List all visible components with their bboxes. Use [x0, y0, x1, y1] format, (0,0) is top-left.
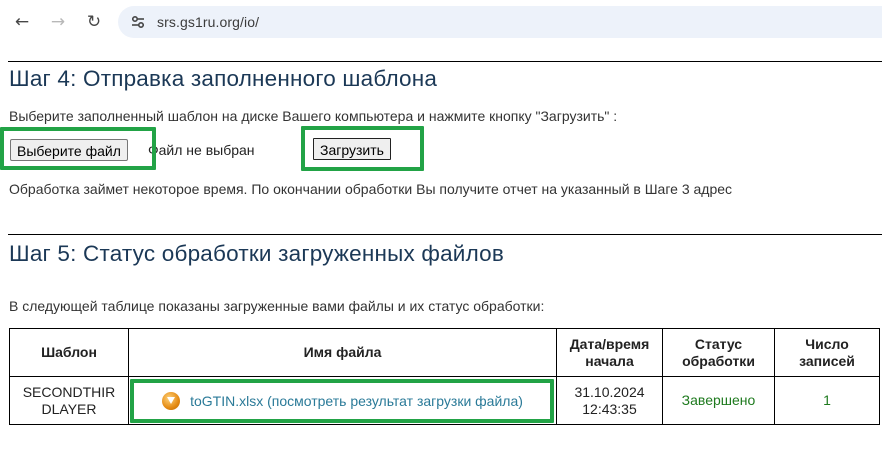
browser-toolbar: ← → ↻ srs.gs1ru.org/io/: [0, 0, 882, 44]
divider: [8, 234, 882, 235]
column-header-filename: Имя файла: [128, 328, 557, 377]
status-badge: Завершено: [662, 376, 775, 425]
file-link-highlight: [130, 379, 554, 423]
forward-icon[interactable]: →: [44, 8, 72, 36]
column-header-datetime: Дата/время начала: [556, 328, 663, 377]
column-header-template: Шаблон: [9, 328, 129, 377]
column-header-status: Статус обработки: [662, 328, 775, 377]
address-bar[interactable]: srs.gs1ru.org/io/: [118, 6, 882, 38]
back-icon[interactable]: ←: [8, 8, 36, 36]
column-header-records: Число записей: [774, 328, 880, 377]
divider: [8, 61, 882, 62]
upload-highlight: [301, 126, 424, 171]
url-text[interactable]: srs.gs1ru.org/io/: [157, 14, 259, 30]
reload-icon[interactable]: ↻: [80, 8, 108, 36]
cell-template: SECONDTHIR DLAYER: [9, 376, 129, 425]
step5-title: Шаг 5: Статус обработки загруженных файл…: [9, 241, 505, 266]
site-info-icon[interactable]: [126, 10, 150, 34]
step4-note: Обработка займет некоторое время. По око…: [9, 181, 733, 197]
step4-title: Шаг 4: Отправка заполненного шаблона: [9, 66, 438, 91]
cell-datetime: 31.10.2024 12:43:35: [556, 376, 663, 425]
step5-intro: В следующей таблице показаны загруженные…: [9, 298, 545, 314]
choose-file-highlight: [0, 127, 156, 170]
step4-instruction: Выберите заполненный шаблон на диске Ваш…: [9, 108, 618, 124]
file-status-text: Файл не выбран: [148, 142, 255, 158]
cell-records: 1: [774, 376, 880, 425]
table-header-row: Шаблон Имя файла Дата/время начала Статус…: [9, 328, 880, 377]
